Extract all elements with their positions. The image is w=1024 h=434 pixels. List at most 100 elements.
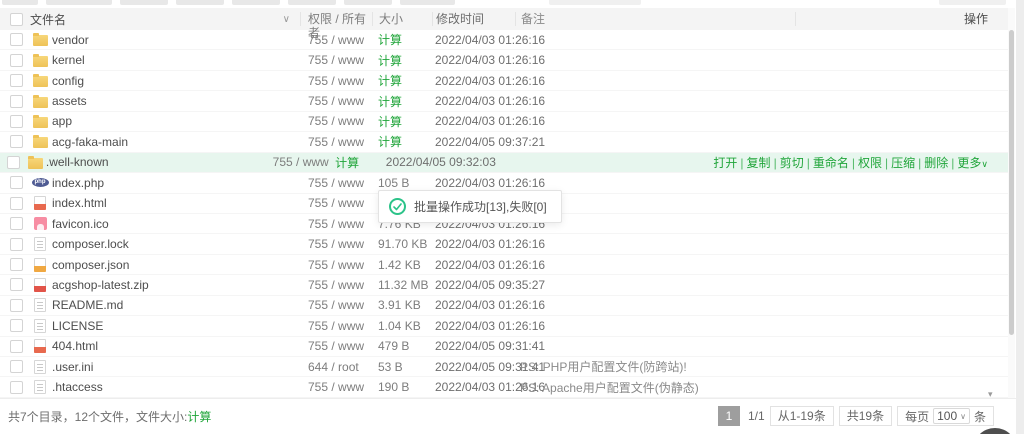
file-name[interactable]: LICENSE <box>52 319 300 333</box>
folder-icon <box>33 97 48 108</box>
calc-size-link[interactable]: 计算 <box>335 156 359 170</box>
file-name[interactable]: assets <box>52 94 300 108</box>
action-link[interactable]: 权限 <box>858 156 882 170</box>
per-page-select[interactable]: 100 ∨ <box>933 408 970 424</box>
row-checkbox[interactable] <box>10 360 23 373</box>
file-size: 3.91 KB <box>372 298 432 312</box>
file-name[interactable]: .well-known <box>46 155 265 169</box>
file-permission: 755 / www <box>300 114 372 128</box>
file-name[interactable]: .htaccess <box>52 380 300 394</box>
action-link[interactable]: 复制 <box>747 156 771 170</box>
json-file-icon <box>34 258 46 272</box>
action-link[interactable]: 打开 <box>713 156 737 170</box>
calc-size-link[interactable]: 计算 <box>378 135 402 149</box>
row-checkbox[interactable] <box>10 33 23 46</box>
action-separator: | <box>918 156 921 170</box>
calc-size-link[interactable]: 计算 <box>372 113 432 130</box>
file-name[interactable]: acg-faka-main <box>52 135 300 149</box>
row-checkbox[interactable] <box>10 238 23 251</box>
table-row: config755 / www计算2022/04/03 01:26:16 <box>0 71 1008 91</box>
calc-size-link[interactable]: 计算 <box>372 93 432 110</box>
toolbar-button-sliver[interactable] <box>288 0 336 5</box>
toolbar-button-sliver[interactable] <box>232 0 280 5</box>
toolbar-search-sliver[interactable] <box>549 0 641 5</box>
row-checkbox[interactable] <box>7 156 20 169</box>
row-checkbox[interactable] <box>10 95 23 108</box>
row-checkbox[interactable] <box>10 74 23 87</box>
calc-size-link[interactable]: 计算 <box>378 33 402 47</box>
scrollbar-thumb[interactable] <box>1009 30 1014 335</box>
file-permission: 644 / root <box>300 360 372 374</box>
row-checkbox[interactable] <box>10 135 23 148</box>
row-checkbox[interactable] <box>10 340 23 353</box>
file-name[interactable]: favicon.ico <box>52 217 300 231</box>
chevron-down-icon[interactable]: ∨ <box>283 14 290 25</box>
select-all-cell <box>0 13 28 26</box>
row-icon-cell <box>28 339 52 353</box>
row-checkbox[interactable] <box>10 54 23 67</box>
file-name[interactable]: app <box>52 114 300 128</box>
calc-size-link[interactable]: 计算 <box>378 74 402 88</box>
select-all-checkbox[interactable] <box>10 13 23 26</box>
file-size: 479 B <box>372 339 432 353</box>
toolbar-button-sliver[interactable] <box>400 0 455 5</box>
row-checkbox[interactable] <box>10 299 23 312</box>
calc-size-link[interactable]: 计算 <box>372 31 432 48</box>
row-checkbox[interactable] <box>10 197 23 210</box>
row-checkbox[interactable] <box>10 217 23 230</box>
file-size: 53 B <box>372 360 432 374</box>
zip-file-icon <box>34 278 46 292</box>
table-row: vendor755 / www计算2022/04/03 01:26:16 <box>0 30 1008 50</box>
file-name[interactable]: kernel <box>52 53 300 67</box>
calc-size-link[interactable]: 计算 <box>372 72 432 89</box>
calc-size-link[interactable]: 计算 <box>372 52 432 69</box>
file-name[interactable]: 404.html <box>52 339 300 353</box>
row-checkbox-cell <box>0 278 28 291</box>
action-link[interactable]: 压缩 <box>891 156 915 170</box>
row-checkbox[interactable] <box>10 381 23 394</box>
toolbar-button-sliver[interactable] <box>176 0 224 5</box>
toolbar-button-sliver[interactable] <box>2 0 38 5</box>
file-name[interactable]: index.php <box>52 176 300 190</box>
action-link[interactable]: 删除 <box>924 156 948 170</box>
row-checkbox[interactable] <box>10 176 23 189</box>
row-icon-cell <box>28 298 52 312</box>
more-actions-link[interactable]: 更多∨ <box>957 156 988 170</box>
file-name[interactable]: index.html <box>52 196 300 210</box>
file-size: 190 B <box>372 380 432 394</box>
calc-size-link[interactable]: 计算 <box>372 133 432 150</box>
row-checkbox[interactable] <box>10 115 23 128</box>
file-name[interactable]: config <box>52 74 300 88</box>
page-button-1[interactable]: 1 <box>718 406 740 426</box>
row-icon-cell <box>28 278 52 292</box>
file-permission: 755 / www <box>300 74 372 88</box>
file-name[interactable]: composer.lock <box>52 237 300 251</box>
calc-size-link[interactable]: 计算 <box>329 154 383 171</box>
file-name[interactable]: composer.json <box>52 258 300 272</box>
toolbar-button-sliver[interactable] <box>46 0 112 5</box>
file-mtime: 2022/04/03 01:26:16 <box>432 258 515 272</box>
row-actions: 打开|复制|剪切|重命名|权限|压缩|删除|更多∨ <box>713 154 1008 171</box>
toolbar-button-sliver[interactable] <box>939 0 1006 5</box>
html-file-icon <box>34 339 46 353</box>
row-checkbox[interactable] <box>10 278 23 291</box>
calc-size-link[interactable]: 计算 <box>187 408 211 425</box>
table-header: 文件名 ∨ 权限 / 所有者 大小 修改时间 备注 操作 <box>0 8 1008 30</box>
action-link[interactable]: 重命名 <box>813 156 849 170</box>
file-name[interactable]: acgshop-latest.zip <box>52 278 300 292</box>
calc-size-link[interactable]: 计算 <box>378 54 402 68</box>
row-checkbox[interactable] <box>10 258 23 271</box>
scrollbar-track[interactable] <box>1008 8 1015 398</box>
calc-size-link[interactable]: 计算 <box>378 95 402 109</box>
file-name[interactable]: vendor <box>52 33 300 47</box>
calc-size-link[interactable]: 计算 <box>378 115 402 129</box>
action-link[interactable]: 剪切 <box>780 156 804 170</box>
file-name[interactable]: .user.ini <box>52 360 300 374</box>
row-checkbox[interactable] <box>10 319 23 332</box>
column-note: 备注 <box>515 12 795 26</box>
toolbar-button-sliver[interactable] <box>344 0 392 5</box>
toolbar-button-sliver[interactable] <box>120 0 168 5</box>
file-permission: 755 / www <box>300 237 372 251</box>
summary-text: 共7个目录，12个文件，文件大小: <box>0 408 187 425</box>
file-name[interactable]: README.md <box>52 298 300 312</box>
